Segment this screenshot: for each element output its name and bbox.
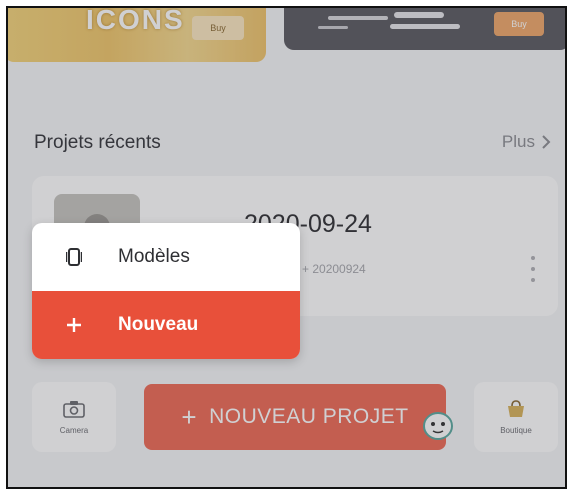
template-icon bbox=[66, 248, 82, 266]
menu-item-new[interactable]: Nouveau bbox=[32, 291, 300, 359]
plus-icon bbox=[67, 318, 81, 332]
app-screen: ICONS Buy Buy Projets récents Plus 2020-… bbox=[6, 6, 567, 489]
menu-item-label: Modèles bbox=[118, 246, 190, 267]
menu-item-templates[interactable]: Modèles bbox=[32, 223, 300, 291]
menu-item-label: Nouveau bbox=[118, 314, 199, 335]
create-menu: Modèles Nouveau bbox=[32, 223, 300, 359]
